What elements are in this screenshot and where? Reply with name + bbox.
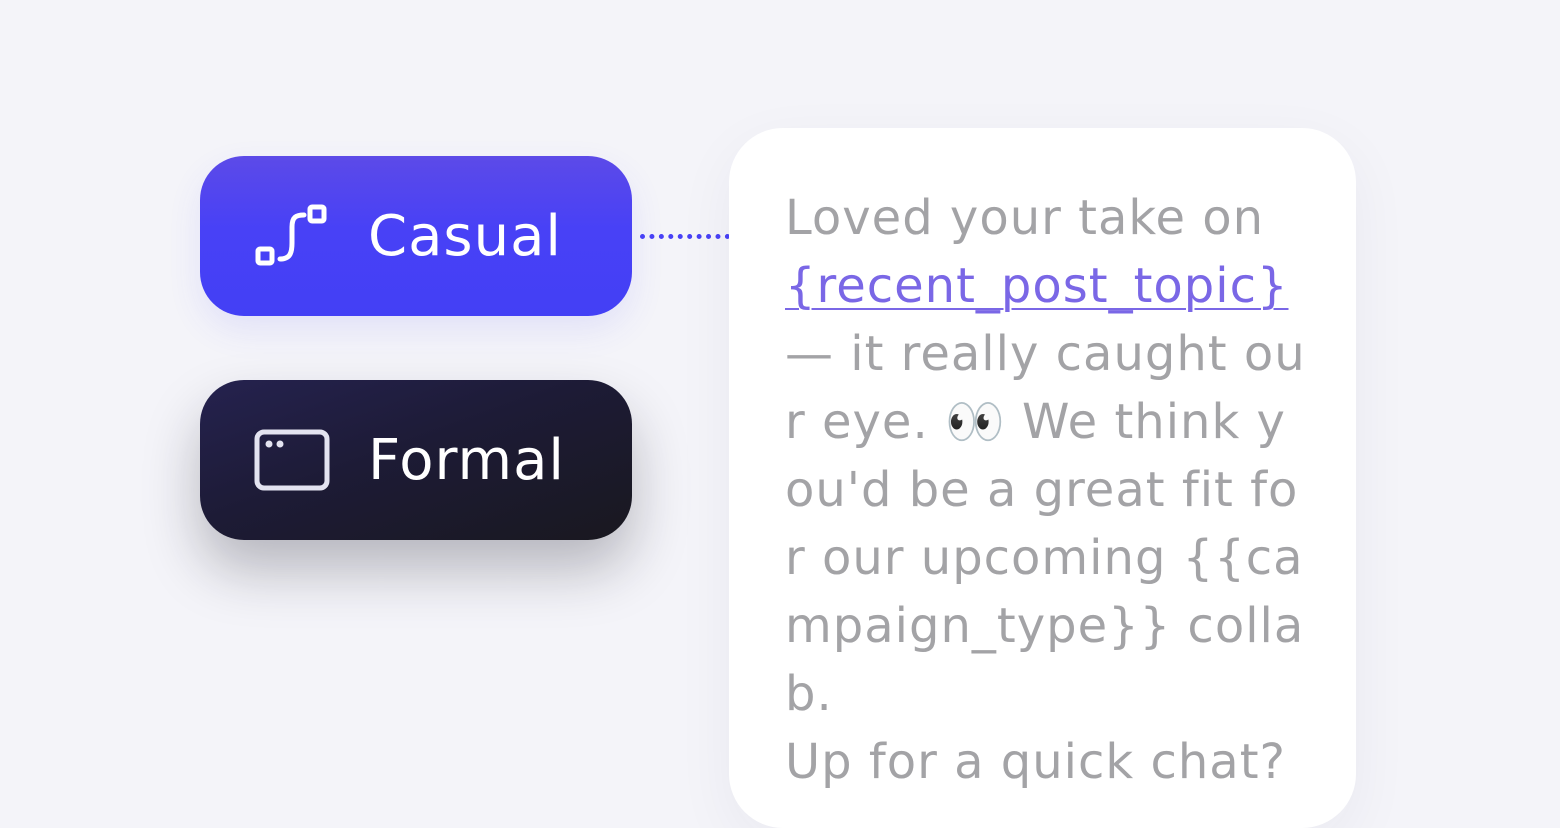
message-body: Loved your take on{recent_post_topic} — … — [785, 184, 1316, 796]
topic-variable-link[interactable]: {recent_post_topic} — [785, 258, 1289, 314]
tone-casual-label: Casual — [368, 203, 562, 269]
curved-path-icon — [254, 203, 330, 269]
message-preview-card: Loved your take on{recent_post_topic} — … — [729, 128, 1356, 828]
tone-casual-button[interactable]: Casual — [200, 156, 632, 316]
message-intro: Loved your take on — [785, 190, 1265, 246]
message-closing: Up for a quick chat? — [785, 734, 1286, 790]
eyes-emoji-icon: 👀 — [944, 394, 1006, 450]
selection-connector — [640, 234, 730, 239]
window-icon — [254, 427, 330, 493]
tone-formal-label: Formal — [368, 427, 565, 493]
tone-formal-button[interactable]: Formal — [200, 380, 632, 540]
